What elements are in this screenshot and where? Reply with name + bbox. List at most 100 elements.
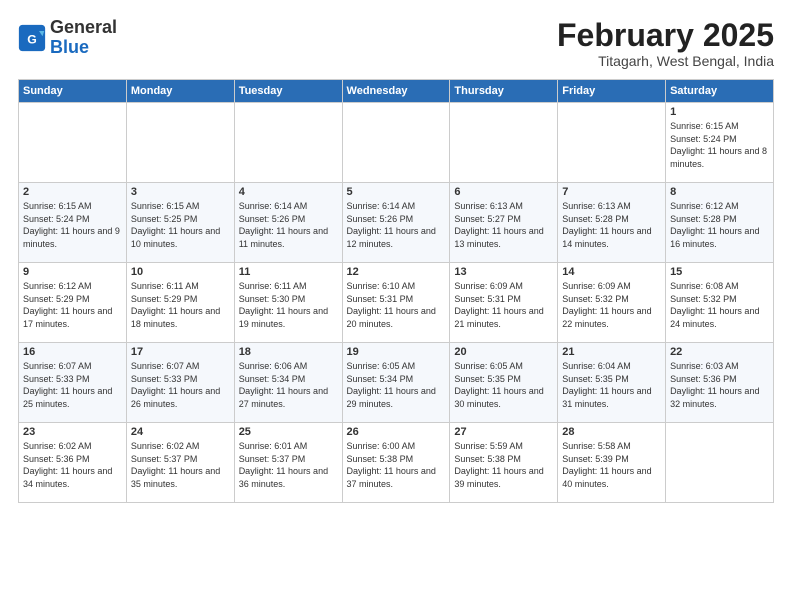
day-cell: 6 Sunrise: 6:13 AM Sunset: 5:27 PM Daylig… [450, 183, 558, 263]
day-cell: 20 Sunrise: 6:05 AM Sunset: 5:35 PM Dayli… [450, 343, 558, 423]
day-cell: 23 Sunrise: 6:02 AM Sunset: 5:36 PM Dayli… [19, 423, 127, 503]
header-tuesday: Tuesday [234, 80, 342, 103]
day-cell: 26 Sunrise: 6:00 AM Sunset: 5:38 PM Dayli… [342, 423, 450, 503]
day-cell: 25Sunrise: 6:01 AM Sunset: 5:37 PM Dayli… [234, 423, 342, 503]
day-number: 25 [239, 426, 338, 438]
day-number: 1 [670, 106, 769, 118]
day-info: Sunrise: 6:09 AM Sunset: 5:32 PM Dayligh… [562, 280, 661, 330]
day-cell [558, 103, 666, 183]
day-cell [19, 103, 127, 183]
day-cell: 5 Sunrise: 6:14 AM Sunset: 5:26 PM Daylig… [342, 183, 450, 263]
day-info: Sunrise: 6:07 AM Sunset: 5:33 PM Dayligh… [23, 360, 122, 410]
logo-icon: G [18, 24, 46, 52]
day-cell: 4 Sunrise: 6:14 AM Sunset: 5:26 PM Daylig… [234, 183, 342, 263]
header: G General Blue February 2025 Titagarh, W… [18, 18, 774, 69]
week-row-3: 9Sunrise: 6:12 AM Sunset: 5:29 PM Daylig… [19, 263, 774, 343]
day-number: 27 [454, 426, 553, 438]
day-cell: 11 Sunrise: 6:11 AM Sunset: 5:30 PM Dayli… [234, 263, 342, 343]
day-info: Sunrise: 6:02 AM Sunset: 5:36 PM Dayligh… [23, 440, 122, 490]
day-number: 12 [347, 266, 446, 278]
day-cell: 22Sunrise: 6:03 AM Sunset: 5:36 PM Dayli… [666, 343, 774, 423]
day-number: 3 [131, 186, 230, 198]
day-info: Sunrise: 6:12 AM Sunset: 5:28 PM Dayligh… [670, 200, 769, 250]
day-info: Sunrise: 6:03 AM Sunset: 5:36 PM Dayligh… [670, 360, 769, 410]
svg-text:G: G [27, 32, 37, 46]
header-wednesday: Wednesday [342, 80, 450, 103]
day-number: 8 [670, 186, 769, 198]
day-number: 20 [454, 346, 553, 358]
week-row-2: 2 Sunrise: 6:15 AM Sunset: 5:24 PM Daylig… [19, 183, 774, 263]
calendar-header-row: Sunday Monday Tuesday Wednesday Thursday… [19, 80, 774, 103]
day-info: Sunrise: 5:59 AM Sunset: 5:38 PM Dayligh… [454, 440, 553, 490]
logo-general-text: General [50, 17, 117, 37]
day-cell: 17Sunrise: 6:07 AM Sunset: 5:33 PM Dayli… [126, 343, 234, 423]
day-cell [450, 103, 558, 183]
day-cell: 1 Sunrise: 6:15 AM Sunset: 5:24 PM Daylig… [666, 103, 774, 183]
header-monday: Monday [126, 80, 234, 103]
day-cell: 2 Sunrise: 6:15 AM Sunset: 5:24 PM Daylig… [19, 183, 127, 263]
day-cell: 12 Sunrise: 6:10 AM Sunset: 5:31 PM Dayli… [342, 263, 450, 343]
day-number: 10 [131, 266, 230, 278]
day-number: 11 [239, 266, 338, 278]
day-info: Sunrise: 6:10 AM Sunset: 5:31 PM Dayligh… [347, 280, 446, 330]
day-cell: 19Sunrise: 6:05 AM Sunset: 5:34 PM Dayli… [342, 343, 450, 423]
day-cell: 24Sunrise: 6:02 AM Sunset: 5:37 PM Dayli… [126, 423, 234, 503]
logo: G General Blue [18, 18, 117, 58]
day-info: Sunrise: 6:15 AM Sunset: 5:24 PM Dayligh… [670, 120, 769, 170]
day-cell [666, 423, 774, 503]
day-info: Sunrise: 6:06 AM Sunset: 5:34 PM Dayligh… [239, 360, 338, 410]
day-cell: 28 Sunrise: 5:58 AM Sunset: 5:39 PM Dayli… [558, 423, 666, 503]
day-info: Sunrise: 6:15 AM Sunset: 5:25 PM Dayligh… [131, 200, 230, 250]
page: G General Blue February 2025 Titagarh, W… [0, 0, 792, 612]
day-info: Sunrise: 6:11 AM Sunset: 5:29 PM Dayligh… [131, 280, 230, 330]
day-number: 14 [562, 266, 661, 278]
day-info: Sunrise: 6:11 AM Sunset: 5:30 PM Dayligh… [239, 280, 338, 330]
day-number: 4 [239, 186, 338, 198]
day-number: 15 [670, 266, 769, 278]
day-number: 21 [562, 346, 661, 358]
day-info: Sunrise: 6:07 AM Sunset: 5:33 PM Dayligh… [131, 360, 230, 410]
month-title: February 2025 [557, 18, 774, 53]
day-cell: 3 Sunrise: 6:15 AM Sunset: 5:25 PM Daylig… [126, 183, 234, 263]
day-number: 6 [454, 186, 553, 198]
day-cell: 9Sunrise: 6:12 AM Sunset: 5:29 PM Daylig… [19, 263, 127, 343]
day-info: Sunrise: 6:13 AM Sunset: 5:28 PM Dayligh… [562, 200, 661, 250]
day-cell [342, 103, 450, 183]
day-cell: 7Sunrise: 6:13 AM Sunset: 5:28 PM Daylig… [558, 183, 666, 263]
day-cell: 8 Sunrise: 6:12 AM Sunset: 5:28 PM Daylig… [666, 183, 774, 263]
week-row-4: 16 Sunrise: 6:07 AM Sunset: 5:33 PM Dayli… [19, 343, 774, 423]
location: Titagarh, West Bengal, India [557, 53, 774, 69]
header-friday: Friday [558, 80, 666, 103]
day-info: Sunrise: 6:05 AM Sunset: 5:35 PM Dayligh… [454, 360, 553, 410]
day-number: 16 [23, 346, 122, 358]
day-number: 23 [23, 426, 122, 438]
day-info: Sunrise: 6:00 AM Sunset: 5:38 PM Dayligh… [347, 440, 446, 490]
day-info: Sunrise: 6:14 AM Sunset: 5:26 PM Dayligh… [239, 200, 338, 250]
day-number: 26 [347, 426, 446, 438]
day-info: Sunrise: 6:09 AM Sunset: 5:31 PM Dayligh… [454, 280, 553, 330]
day-number: 28 [562, 426, 661, 438]
day-info: Sunrise: 6:04 AM Sunset: 5:35 PM Dayligh… [562, 360, 661, 410]
day-cell: 15 Sunrise: 6:08 AM Sunset: 5:32 PM Dayli… [666, 263, 774, 343]
day-number: 2 [23, 186, 122, 198]
day-info: Sunrise: 6:05 AM Sunset: 5:34 PM Dayligh… [347, 360, 446, 410]
day-number: 5 [347, 186, 446, 198]
day-number: 24 [131, 426, 230, 438]
day-info: Sunrise: 6:14 AM Sunset: 5:26 PM Dayligh… [347, 200, 446, 250]
day-cell: 10 Sunrise: 6:11 AM Sunset: 5:29 PM Dayli… [126, 263, 234, 343]
day-cell: 21 Sunrise: 6:04 AM Sunset: 5:35 PM Dayli… [558, 343, 666, 423]
day-number: 13 [454, 266, 553, 278]
header-sunday: Sunday [19, 80, 127, 103]
day-info: Sunrise: 5:58 AM Sunset: 5:39 PM Dayligh… [562, 440, 661, 490]
day-info: Sunrise: 6:12 AM Sunset: 5:29 PM Dayligh… [23, 280, 122, 330]
week-row-5: 23 Sunrise: 6:02 AM Sunset: 5:36 PM Dayli… [19, 423, 774, 503]
week-row-1: 1 Sunrise: 6:15 AM Sunset: 5:24 PM Daylig… [19, 103, 774, 183]
day-cell: 14 Sunrise: 6:09 AM Sunset: 5:32 PM Dayli… [558, 263, 666, 343]
day-cell [234, 103, 342, 183]
day-info: Sunrise: 6:15 AM Sunset: 5:24 PM Dayligh… [23, 200, 122, 250]
calendar: Sunday Monday Tuesday Wednesday Thursday… [18, 79, 774, 503]
day-cell [126, 103, 234, 183]
header-thursday: Thursday [450, 80, 558, 103]
day-info: Sunrise: 6:13 AM Sunset: 5:27 PM Dayligh… [454, 200, 553, 250]
day-info: Sunrise: 6:08 AM Sunset: 5:32 PM Dayligh… [670, 280, 769, 330]
